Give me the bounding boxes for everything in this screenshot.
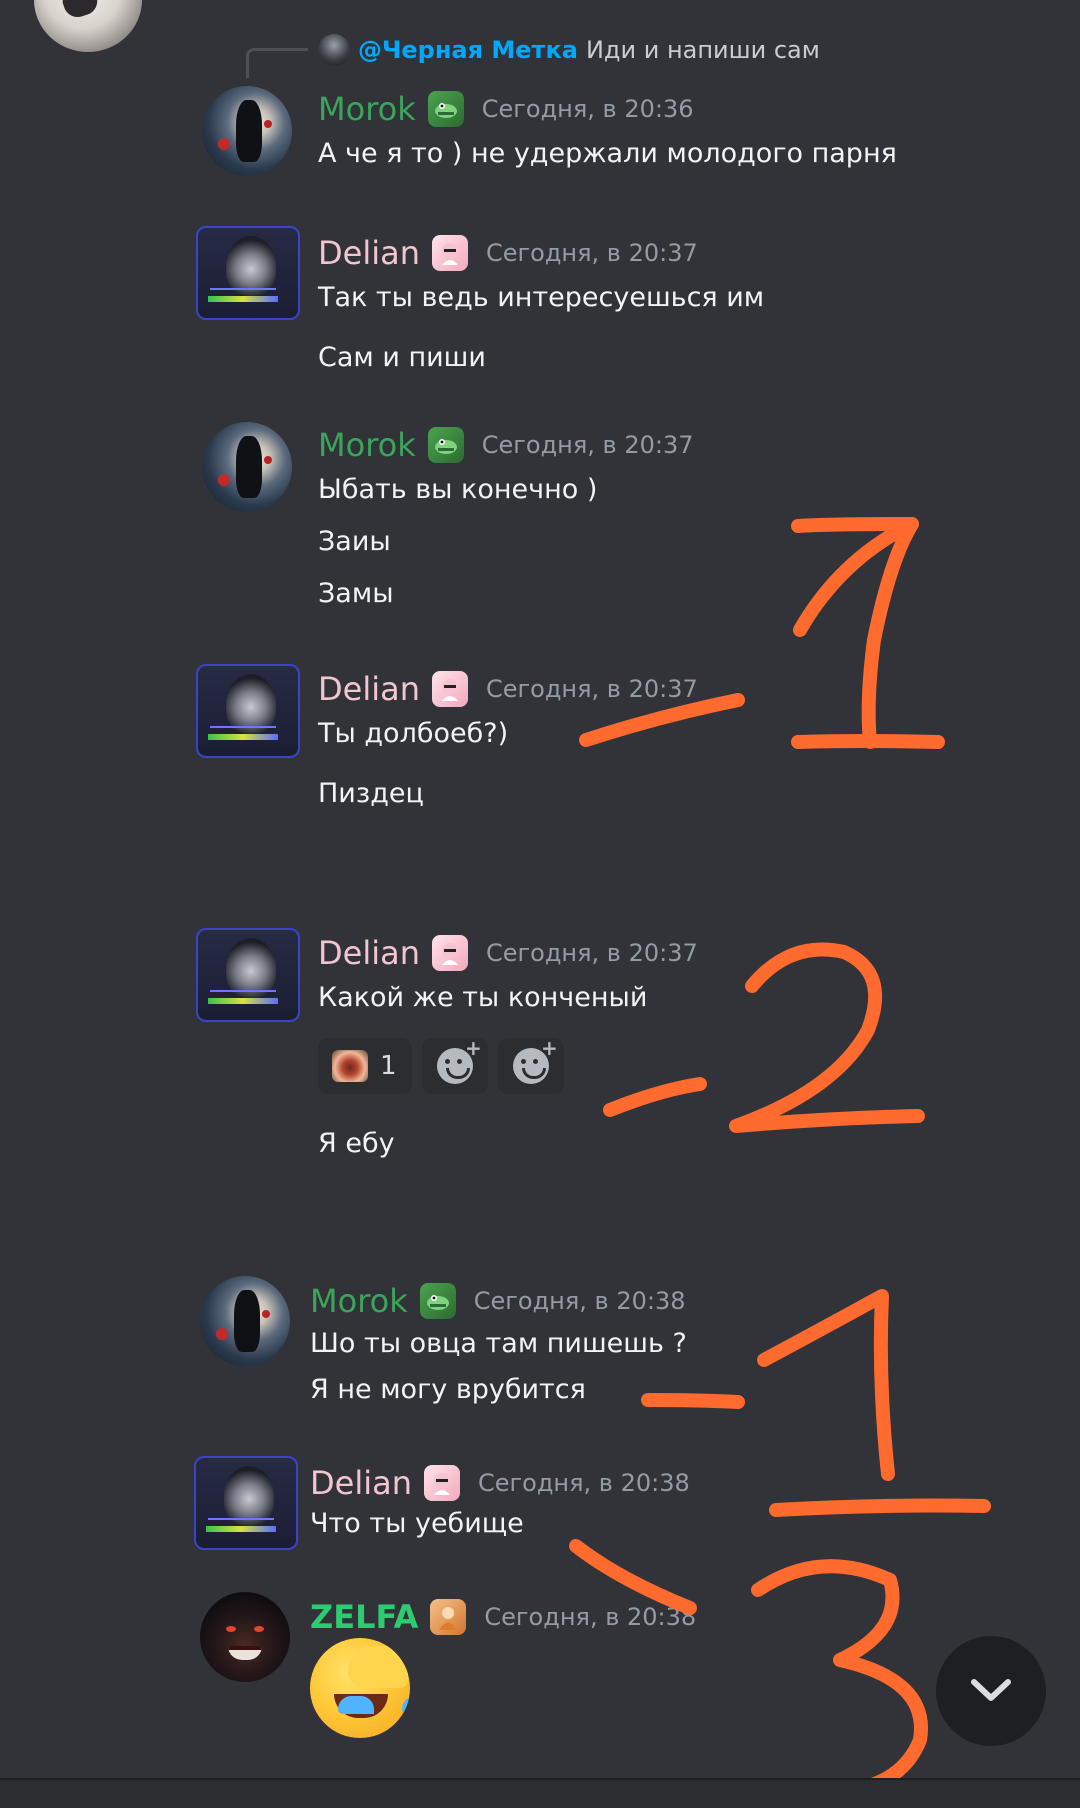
reply-avatar: [318, 34, 350, 66]
message-text: Ыбать вы конечно ): [318, 474, 598, 505]
username[interactable]: Delian: [318, 934, 420, 972]
avatar-delian[interactable]: [194, 1456, 298, 1550]
message-header: Delian Сегодня, в 20:37: [318, 234, 698, 272]
add-reaction-icon: +: [437, 1038, 482, 1084]
message-input-bar[interactable]: [0, 1778, 1080, 1808]
pink-character-icon: [432, 935, 468, 971]
timestamp: Сегодня, в 20:36: [481, 95, 694, 123]
timestamp: Сегодня, в 20:37: [481, 431, 694, 459]
message-header: Morok Сегодня, в 20:38: [310, 1282, 685, 1320]
annotation-minus-one-first: [579, 517, 945, 749]
add-super-reaction-button[interactable]: +: [498, 1038, 564, 1094]
meme-face-icon: [332, 1050, 368, 1082]
avatar-delian[interactable]: [196, 226, 300, 320]
pink-character-icon: [424, 1465, 460, 1501]
message-text: Ты долбоеб?): [318, 718, 509, 749]
crocodile-icon: [427, 427, 464, 463]
crocodile-icon: [427, 91, 464, 127]
annotation-minus-two: [603, 942, 925, 1133]
username[interactable]: Delian: [310, 1464, 412, 1502]
message-header: Delian Сегодня, в 20:37: [318, 934, 698, 972]
username[interactable]: Morok: [318, 426, 416, 464]
message-text: Так ты ведь интересуешься им: [318, 282, 765, 313]
message-text: А че я то ) не удержали молодого парня: [318, 138, 897, 169]
message-header: Delian Сегодня, в 20:38: [310, 1464, 690, 1502]
add-super-reaction-icon: +: [513, 1038, 558, 1084]
reply-text: Иди и напиши сам: [585, 36, 820, 64]
reaction-bar: 1 + +: [318, 1038, 564, 1094]
message-header: Morok Сегодня, в 20:36: [318, 90, 693, 128]
message-text: Что ты уебище: [310, 1508, 524, 1539]
avatar-delian[interactable]: [196, 664, 300, 758]
message-text: Сам и пиши: [318, 342, 486, 373]
message-header: Morok Сегодня, в 20:37: [318, 426, 693, 464]
timestamp: Сегодня, в 20:37: [486, 239, 698, 267]
timestamp: Сегодня, в 20:38: [478, 1469, 690, 1497]
avatar-previous-message[interactable]: [34, 0, 142, 52]
avatar-morok[interactable]: [200, 1276, 290, 1366]
avatar-morok[interactable]: [202, 86, 292, 176]
reaction-count: 1: [380, 1051, 397, 1081]
add-reaction-button[interactable]: +: [422, 1038, 488, 1094]
orange-character-icon: [430, 1599, 467, 1635]
reply-mention[interactable]: @Черная Метка: [358, 36, 578, 64]
username[interactable]: Delian: [318, 670, 420, 708]
rofl-emoji: [310, 1638, 410, 1738]
annotation-minus-one-second: [641, 1289, 991, 1517]
avatar-delian[interactable]: [196, 928, 300, 1022]
scroll-to-bottom-button[interactable]: [936, 1636, 1046, 1746]
reply-connector: [246, 48, 308, 78]
timestamp: Сегодня, в 20:37: [486, 675, 698, 703]
pink-character-icon: [432, 235, 468, 271]
avatar-morok[interactable]: [202, 422, 292, 512]
chevron-down-icon: [971, 1679, 1011, 1701]
avatar-zelfa[interactable]: [200, 1592, 290, 1682]
message-text: Я ебу: [318, 1128, 395, 1159]
crocodile-icon: [419, 1283, 456, 1319]
timestamp: Сегодня, в 20:38: [484, 1603, 697, 1631]
pink-character-icon: [432, 671, 468, 707]
message-text: Пиздец: [318, 778, 424, 809]
username[interactable]: Delian: [318, 234, 420, 272]
message-text: Шо ты овца там пишешь ?: [310, 1328, 687, 1359]
reaction-meme-face[interactable]: 1: [318, 1038, 412, 1094]
message-text: Я не могу врубится: [310, 1374, 586, 1405]
timestamp: Сегодня, в 20:37: [486, 939, 698, 967]
timestamp: Сегодня, в 20:38: [473, 1287, 686, 1315]
chat-screen: @Черная Метка Иди и напиши сам Morok Сег…: [0, 0, 1080, 1808]
message-header: ZELFA Сегодня, в 20:38: [310, 1598, 696, 1636]
message-text: Какой же ты конченый: [318, 982, 648, 1013]
username[interactable]: Morok: [310, 1282, 408, 1320]
username[interactable]: Morok: [318, 90, 416, 128]
annotation-three: [569, 1539, 928, 1799]
message-header: Delian Сегодня, в 20:37: [318, 670, 698, 708]
username[interactable]: ZELFA: [310, 1598, 418, 1636]
message-text: Заиы: [318, 526, 391, 557]
message-text: Замы: [318, 578, 394, 609]
reply-reference[interactable]: @Черная Метка Иди и напиши сам: [318, 32, 820, 68]
